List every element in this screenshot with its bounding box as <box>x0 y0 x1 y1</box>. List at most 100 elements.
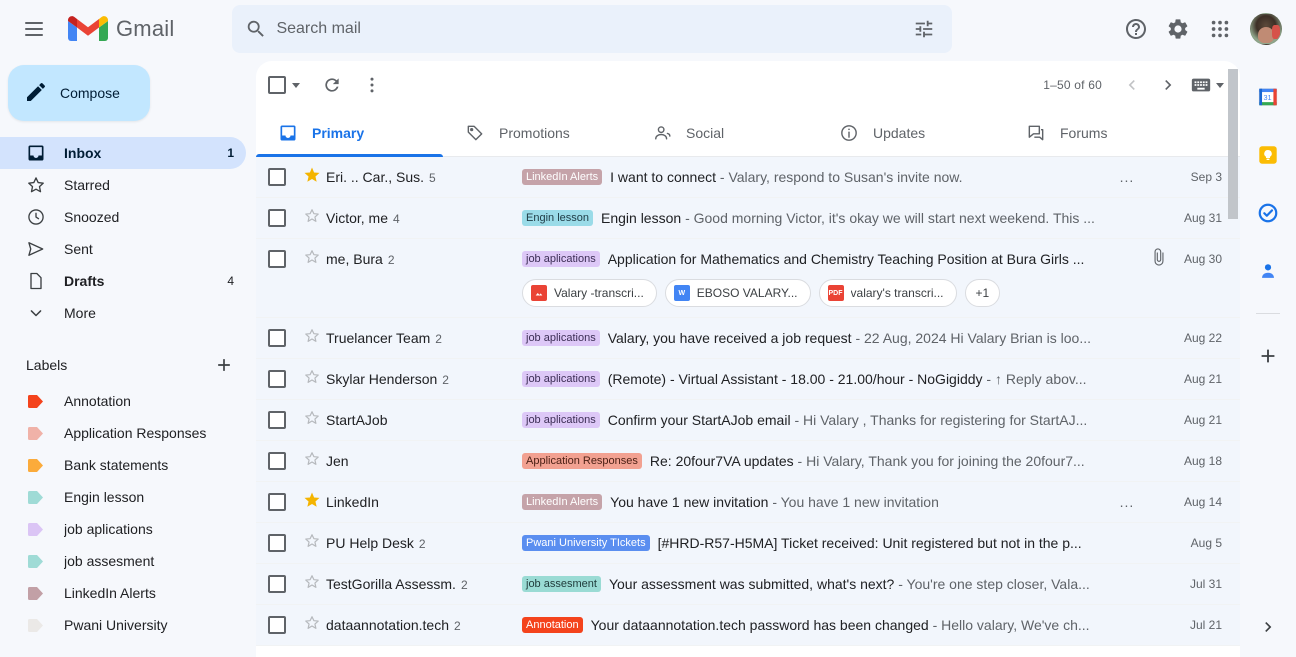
sidebar-item-drafts[interactable]: Drafts 4 <box>0 265 246 297</box>
message-label-chip[interactable]: job aplications <box>522 412 600 428</box>
chevron-right-icon[interactable] <box>1248 607 1288 647</box>
compose-button[interactable]: Compose <box>8 65 150 121</box>
sidebar-label-job-aplications[interactable]: job aplications <box>0 513 246 545</box>
label-color-swatch <box>28 426 43 440</box>
message-label-chip[interactable]: LinkedIn Alerts <box>522 494 603 510</box>
sidebar-item-sent[interactable]: Sent <box>0 233 246 265</box>
sidebar-item-inbox[interactable]: Inbox 1 <box>0 137 246 169</box>
star-outline-icon[interactable] <box>303 614 321 637</box>
tab-updates[interactable]: Updates <box>817 109 1004 156</box>
attachment-chip[interactable]: Valary -transcri... <box>522 279 657 307</box>
chevron-right-icon[interactable] <box>1150 67 1186 103</box>
input-tools-chevron-down-icon[interactable] <box>1216 82 1224 88</box>
row-checkbox[interactable] <box>268 329 286 347</box>
list-scrollbar[interactable] <box>1228 69 1238 219</box>
google-apps-grid-icon[interactable] <box>1200 9 1240 49</box>
row-checkbox[interactable] <box>268 616 286 634</box>
more-vertical-icon[interactable] <box>352 65 392 105</box>
row-checkbox[interactable] <box>268 250 286 268</box>
message-label-chip[interactable]: job aplications <box>522 251 600 267</box>
message-label-chip[interactable]: job aplications <box>522 371 600 387</box>
table-row[interactable]: Victor, me 4 Engin lesson Engin lesson - Go… <box>256 198 1240 239</box>
star-outline-icon[interactable] <box>303 532 321 555</box>
tab-promotions[interactable]: Promotions <box>443 109 630 156</box>
row-checkbox[interactable] <box>268 452 286 470</box>
star-filled-icon[interactable] <box>303 491 321 514</box>
row-checkbox[interactable] <box>268 575 286 593</box>
message-label-chip[interactable]: Application Responses <box>522 453 642 469</box>
attachment-overflow-chip[interactable]: +1 <box>964 279 1001 307</box>
table-row[interactable]: LinkedIn LinkedIn Alerts You have 1 new in… <box>256 482 1240 523</box>
tab-primary[interactable]: Primary <box>256 109 443 157</box>
sidebar-item-more[interactable]: More <box>0 297 246 329</box>
sidebar-label-engin-lesson[interactable]: Engin lesson <box>0 481 246 513</box>
row-checkbox[interactable] <box>268 168 286 186</box>
star-outline-icon[interactable] <box>303 207 321 230</box>
tab-forums[interactable]: Forums <box>1004 109 1191 156</box>
table-row[interactable]: Eri. .. Car., Sus. 5 LinkedIn Alerts I want… <box>256 157 1240 198</box>
table-row[interactable]: me, Bura 2 job aplications Application for … <box>256 239 1240 318</box>
thread-count: 2 <box>387 253 395 267</box>
star-outline-icon[interactable] <box>303 248 321 271</box>
input-tools-group[interactable] <box>1186 67 1228 103</box>
tab-label: Updates <box>873 124 926 141</box>
row-checkbox[interactable] <box>268 493 286 511</box>
sidebar-label-application-responses[interactable]: Application Responses <box>0 417 246 449</box>
hamburger-menu-icon[interactable] <box>10 5 58 53</box>
tab-social[interactable]: Social <box>630 109 817 156</box>
table-row[interactable]: Jen Application Responses Re: 20four7VA up… <box>256 441 1240 482</box>
sidebar-label-pwani-university[interactable]: Pwani University <box>0 609 246 641</box>
plus-icon[interactable] <box>1248 336 1288 376</box>
search-options-icon[interactable] <box>904 9 944 49</box>
google-contacts-icon[interactable] <box>1248 251 1288 291</box>
table-row[interactable]: StartAJob job aplications Confirm your Sta… <box>256 400 1240 441</box>
plus-icon[interactable] <box>214 355 234 375</box>
search-input[interactable] <box>276 5 905 52</box>
star-outline-icon[interactable] <box>303 409 321 432</box>
row-checkbox[interactable] <box>268 209 286 227</box>
sidebar-label-bank-statements[interactable]: Bank statements <box>0 449 246 481</box>
message-label-chip[interactable]: job assesment <box>522 576 601 592</box>
message-label-chip[interactable]: Pwani University TIckets <box>522 535 650 551</box>
sidebar-item-snoozed[interactable]: Snoozed <box>0 201 246 233</box>
select-all-checkbox[interactable] <box>268 76 286 94</box>
message-label-chip[interactable]: LinkedIn Alerts <box>522 169 603 185</box>
expand-ellipsis[interactable]: ... <box>1110 494 1144 510</box>
label-tag-icon <box>26 583 46 603</box>
table-row[interactable]: Skylar Henderson 2 job aplications (Remote)… <box>256 359 1240 400</box>
message-label-chip[interactable]: Annotation <box>522 617 583 633</box>
table-row[interactable]: dataannotation.tech 2 Annotation Your dataa… <box>256 605 1240 646</box>
sidebar-label-job-assesment[interactable]: job assesment <box>0 545 246 577</box>
message-label-chip[interactable]: Engin lesson <box>522 210 593 226</box>
attachment-chip[interactable]: W EBOSO VALARY... <box>664 279 811 307</box>
star-outline-icon[interactable] <box>303 573 321 596</box>
refresh-icon[interactable] <box>312 65 352 105</box>
sidebar-item-starred[interactable]: Starred <box>0 169 246 201</box>
star-outline-icon[interactable] <box>303 450 321 473</box>
sidebar-label-annotation[interactable]: Annotation <box>0 385 246 417</box>
row-checkbox[interactable] <box>268 534 286 552</box>
star-outline-icon[interactable] <box>303 368 321 391</box>
expand-ellipsis[interactable]: ... <box>1110 169 1144 185</box>
attachment-chip[interactable]: PDF valary's transcri... <box>818 279 957 307</box>
sidebar-label-linkedin-alerts[interactable]: LinkedIn Alerts <box>0 577 246 609</box>
chevron-left-icon[interactable] <box>1114 67 1150 103</box>
table-row[interactable]: Truelancer Team 2 job aplications Valary, y… <box>256 318 1240 359</box>
search-bar[interactable] <box>232 4 953 53</box>
table-row[interactable]: TestGorilla Assessm. 2 job assesment Your a… <box>256 564 1240 605</box>
google-calendar-icon[interactable]: 31 <box>1248 77 1288 117</box>
google-keep-icon[interactable] <box>1248 135 1288 175</box>
star-outline-icon[interactable] <box>303 327 321 350</box>
gmail-brand[interactable]: Gmail <box>68 14 174 44</box>
star-filled-icon[interactable] <box>303 166 321 189</box>
table-row[interactable]: PU Help Desk 2 Pwani University TIckets [#H… <box>256 523 1240 564</box>
gear-icon[interactable] <box>1158 9 1198 49</box>
select-dropdown-chevron-down-icon[interactable] <box>292 82 300 88</box>
search-icon[interactable] <box>236 9 276 49</box>
google-tasks-icon[interactable] <box>1248 193 1288 233</box>
row-checkbox[interactable] <box>268 411 286 429</box>
avatar[interactable] <box>1250 12 1282 45</box>
message-label-chip[interactable]: job aplications <box>522 330 600 346</box>
help-icon[interactable] <box>1116 9 1156 49</box>
row-checkbox[interactable] <box>268 370 286 388</box>
